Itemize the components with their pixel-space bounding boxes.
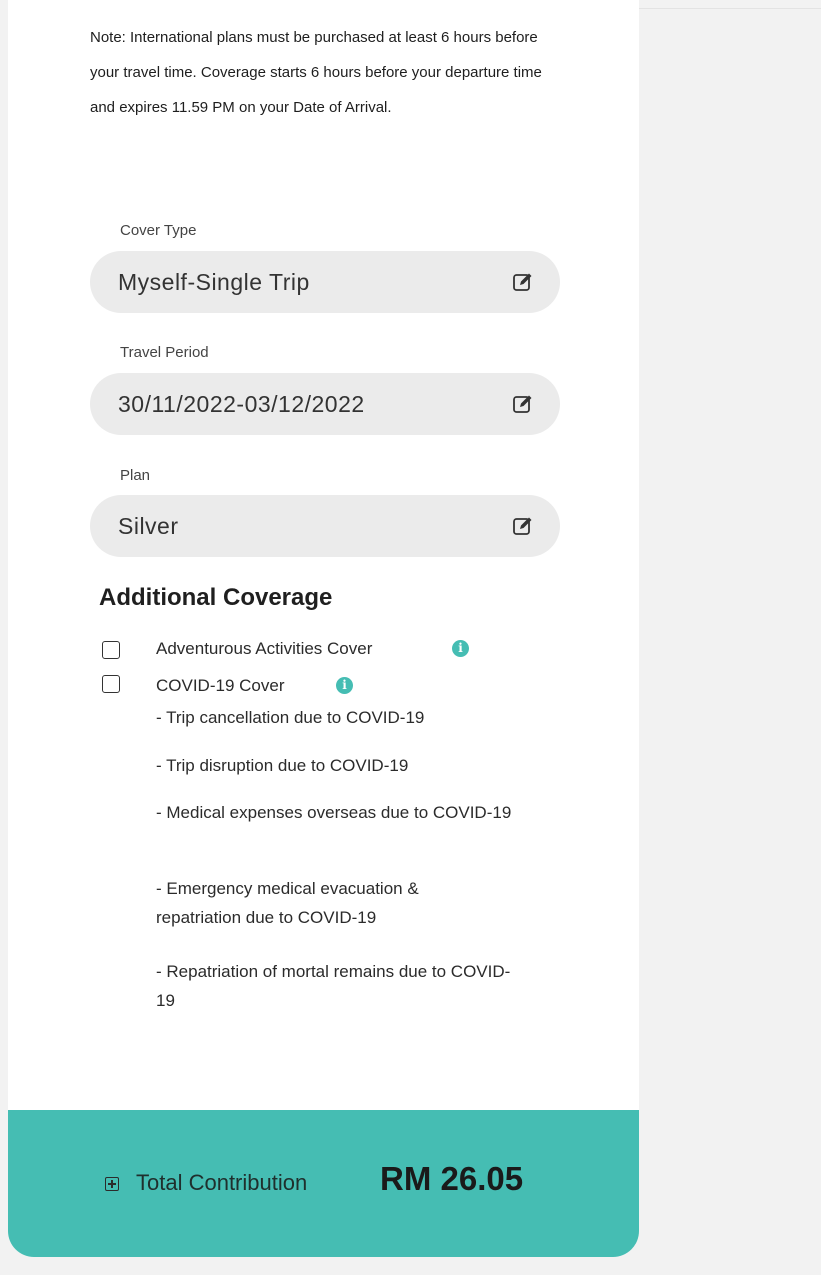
- travel-period-value: 30/11/2022-03/12/2022: [118, 390, 365, 417]
- total-contribution-bar: Total Contribution RM 26.05: [8, 1110, 639, 1257]
- additional-coverage-title: Additional Coverage: [99, 584, 333, 611]
- covid-detail-item: - Emergency medical evacuation & repatri…: [156, 879, 419, 927]
- cover-type-label: Cover Type: [120, 222, 197, 239]
- covid-detail-item: - Repatriation of mortal remains due to …: [156, 962, 511, 1010]
- edit-icon[interactable]: [512, 393, 534, 415]
- travel-period-label: Travel Period: [120, 344, 209, 361]
- info-icon[interactable]: i: [336, 677, 353, 694]
- edit-icon[interactable]: [512, 271, 534, 293]
- total-contribution-label[interactable]: Total Contribution: [136, 1170, 307, 1196]
- plan-label: Plan: [120, 467, 151, 484]
- booking-panel: Note: International plans must be purcha…: [8, 0, 639, 1257]
- adventurous-activities-checkbox[interactable]: [102, 641, 120, 659]
- plan-value: Silver: [118, 512, 179, 539]
- covid-detail-item: - Medical expenses overseas due to COVID…: [156, 803, 512, 822]
- travel-period-field[interactable]: 30/11/2022-03/12/2022: [90, 373, 560, 435]
- total-contribution-amount: RM 26.05: [380, 1160, 524, 1197]
- covid-detail-item: - Trip disruption due to COVID-19: [156, 756, 409, 775]
- cover-type-field[interactable]: Myself-Single Trip: [90, 251, 560, 313]
- plus-square-icon[interactable]: [105, 1177, 119, 1191]
- purchase-note: Note: International plans must be purcha…: [90, 29, 542, 116]
- edit-icon[interactable]: [512, 515, 534, 537]
- covid-cover-label: COVID-19 Cover: [156, 676, 285, 695]
- covid-cover-checkbox[interactable]: [102, 675, 120, 693]
- cover-type-value: Myself-Single Trip: [118, 268, 310, 295]
- adventurous-activities-label: Adventurous Activities Cover: [156, 639, 373, 658]
- info-icon[interactable]: i: [452, 640, 469, 657]
- plan-field[interactable]: Silver: [90, 495, 560, 557]
- covid-detail-item: - Trip cancellation due to COVID-19: [156, 708, 425, 727]
